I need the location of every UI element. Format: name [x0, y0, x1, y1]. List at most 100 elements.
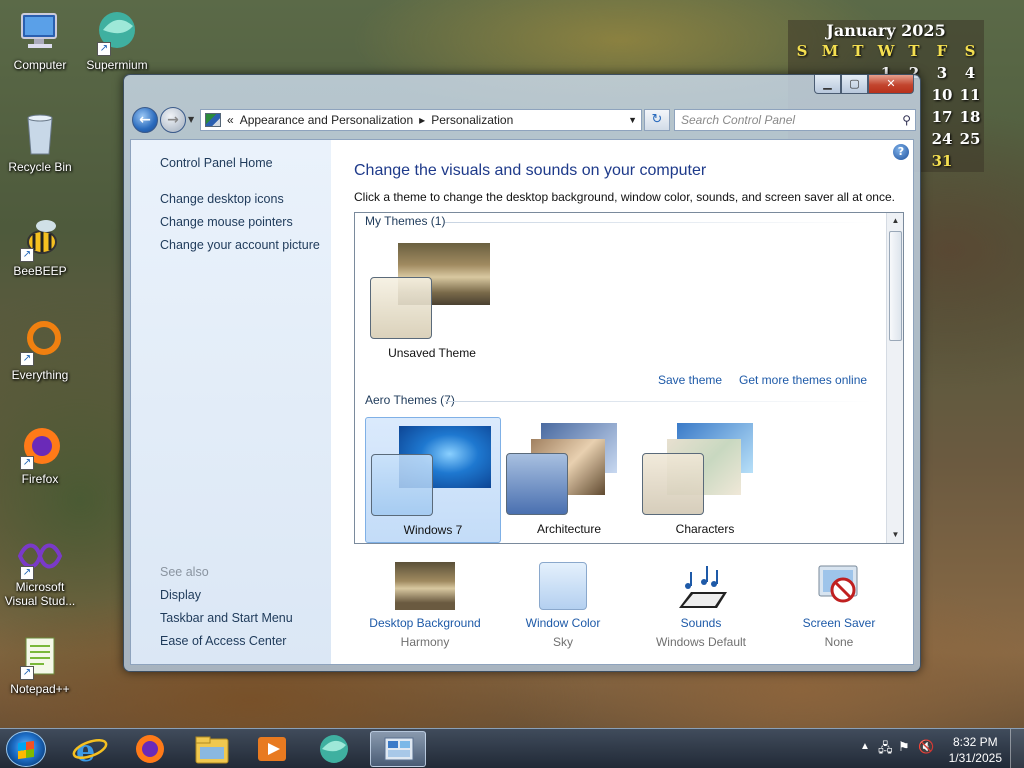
setting-name[interactable]: Desktop Background: [355, 616, 495, 630]
computer-icon: [16, 8, 64, 56]
notepadpp-icon: ↗: [16, 632, 64, 680]
desktop-icon-label: Computer: [13, 58, 67, 72]
clock[interactable]: 8:32 PM 1/31/2025: [949, 734, 1002, 766]
clock-date: 1/31/2025: [948, 751, 1002, 765]
firefox-icon: ↗: [16, 422, 64, 470]
windows-logo-icon: [18, 740, 34, 760]
address-bar[interactable]: « Appearance and Personalization ▸ Perso…: [200, 109, 642, 131]
theme-windows-7[interactable]: Windows 7: [365, 417, 501, 543]
desktop-icon-recycle-bin[interactable]: Recycle Bin: [2, 110, 78, 174]
calendar-weekday: W: [877, 42, 895, 60]
screen-saver-setting[interactable]: Screen Saver None: [769, 562, 909, 649]
themes-list[interactable]: My Themes (1) Unsaved Theme Save theme G…: [354, 212, 904, 544]
change-desktop-icons-link[interactable]: Change desktop icons: [160, 192, 284, 206]
theme-color-swatch: [506, 453, 568, 515]
desktop-icon-notepadpp[interactable]: ↗ Notepad++: [0, 632, 80, 696]
save-theme-link[interactable]: Save theme: [658, 373, 722, 387]
window-color-icon: [539, 562, 587, 610]
system-tray: ▲ 🖧 ⚑ 🔇 8:32 PM 1/31/2025: [834, 729, 1024, 768]
theme-unsaved[interactable]: Unsaved Theme: [364, 235, 500, 361]
scroll-up-arrow-icon[interactable]: ▲: [887, 213, 903, 229]
sounds-icon: [671, 562, 731, 610]
themes-scrollbar[interactable]: ▲ ▼: [886, 213, 903, 543]
taskbar-control-panel[interactable]: [370, 731, 426, 767]
taskbar-internet-explorer[interactable]: e: [62, 731, 118, 768]
setting-value: Sky: [552, 635, 573, 649]
back-button[interactable]: ←: [132, 107, 158, 133]
recent-pages-dropdown-icon[interactable]: ▼: [188, 115, 194, 124]
change-mouse-pointers-link[interactable]: Change mouse pointers: [160, 215, 293, 229]
taskbar-firefox[interactable]: [122, 731, 178, 767]
theme-color-swatch: [370, 277, 432, 339]
maximize-button[interactable]: ▢: [841, 75, 868, 94]
breadcrumb-item[interactable]: Appearance and Personalization: [240, 113, 413, 127]
shortcut-arrow-icon: ↗: [20, 666, 34, 680]
desktop-icon-label: Everything: [11, 368, 69, 382]
sounds-setting[interactable]: Sounds Windows Default: [631, 562, 771, 649]
address-dropdown-icon[interactable]: ▼: [628, 115, 637, 125]
desktop-icon-label: BeeBEEP: [13, 264, 67, 278]
taskbar-file-explorer[interactable]: [184, 731, 240, 767]
calendar-weekday: T: [908, 42, 920, 60]
shortcut-arrow-icon: ↗: [20, 456, 34, 470]
search-input[interactable]: Search Control Panel ⚲: [674, 109, 916, 131]
scroll-down-arrow-icon[interactable]: ▼: [887, 527, 903, 543]
setting-name[interactable]: Screen Saver: [769, 616, 909, 630]
control-panel-home-link[interactable]: Control Panel Home: [160, 156, 273, 170]
setting-name[interactable]: Sounds: [631, 616, 771, 630]
internet-explorer-icon: e: [72, 734, 108, 768]
theme-architecture[interactable]: Architecture: [501, 417, 637, 543]
network-icon[interactable]: 🖧: [878, 739, 893, 761]
start-button[interactable]: [6, 731, 46, 767]
desktop-icon-visual-studio[interactable]: ↗ Microsoft Visual Stud...: [0, 538, 80, 608]
window-color-setting[interactable]: Window Color Sky: [493, 562, 633, 649]
calendar-day: 24: [931, 130, 953, 148]
desktop-icon-firefox[interactable]: ↗ Firefox: [2, 422, 78, 486]
beebeep-icon: ↗: [16, 214, 64, 262]
breadcrumb-separator-icon[interactable]: ▸: [419, 113, 425, 127]
desktop-icon-everything[interactable]: ↗ Everything: [2, 318, 78, 382]
clock-time: 8:32 PM: [952, 735, 998, 749]
show-desktop-button[interactable]: [1010, 729, 1024, 768]
theme-characters[interactable]: Characters: [637, 417, 773, 543]
close-button[interactable]: ✕: [868, 75, 914, 94]
search-icon[interactable]: ⚲: [902, 110, 911, 130]
desktop-icon-beebeep[interactable]: ↗ BeeBEEP: [2, 214, 78, 278]
help-icon[interactable]: ?: [893, 144, 909, 160]
left-pane: Control Panel Home Change desktop icons …: [131, 140, 331, 664]
setting-value: Windows Default: [655, 635, 747, 649]
breadcrumb-overflow[interactable]: «: [227, 113, 234, 127]
get-more-themes-link[interactable]: Get more themes online: [739, 373, 867, 387]
desktop-icon-computer[interactable]: Computer: [2, 8, 78, 72]
calendar-day: 25: [959, 130, 981, 148]
volume-muted-icon[interactable]: 🔇: [918, 739, 934, 755]
content-area: Control Panel Home Change desktop icons …: [130, 139, 914, 665]
page-title: Change the visuals and sounds on your co…: [354, 162, 707, 179]
desktop-icon-supermium[interactable]: ↗ Supermium: [79, 8, 155, 72]
theme-name: Architecture: [536, 522, 602, 536]
action-center-flag-icon[interactable]: ⚑: [898, 739, 910, 755]
desktop-background-icon: [395, 562, 455, 610]
calendar-day: 4: [964, 64, 976, 82]
calendar-weekday: T: [852, 42, 864, 60]
desktop-background-setting[interactable]: Desktop Background Harmony: [355, 562, 495, 649]
file-explorer-icon: [195, 736, 229, 764]
aero-themes-label: Aero Themes (7): [365, 393, 455, 407]
breadcrumb-item[interactable]: Personalization: [431, 113, 513, 127]
setting-name[interactable]: Window Color: [493, 616, 633, 630]
calendar-weekday: F: [936, 42, 948, 60]
taskbar-media-player[interactable]: [244, 731, 300, 767]
show-hidden-icons-icon[interactable]: ▲: [860, 741, 870, 752]
taskbar-start-menu-link[interactable]: Taskbar and Start Menu: [160, 611, 293, 625]
calendar-weekday: M: [821, 42, 839, 60]
scroll-thumb[interactable]: [889, 231, 902, 341]
taskbar-supermium[interactable]: [306, 731, 362, 767]
minimize-button[interactable]: ▁: [814, 75, 841, 94]
change-account-picture-link[interactable]: Change your account picture: [160, 238, 320, 252]
ease-of-access-link[interactable]: Ease of Access Center: [160, 634, 286, 648]
forward-button[interactable]: →: [160, 107, 186, 133]
refresh-button[interactable]: ↻: [644, 109, 670, 131]
theme-name: Windows 7: [403, 523, 463, 537]
desktop-icon-label: Microsoft Visual Stud...: [4, 580, 76, 608]
display-link[interactable]: Display: [160, 588, 201, 602]
